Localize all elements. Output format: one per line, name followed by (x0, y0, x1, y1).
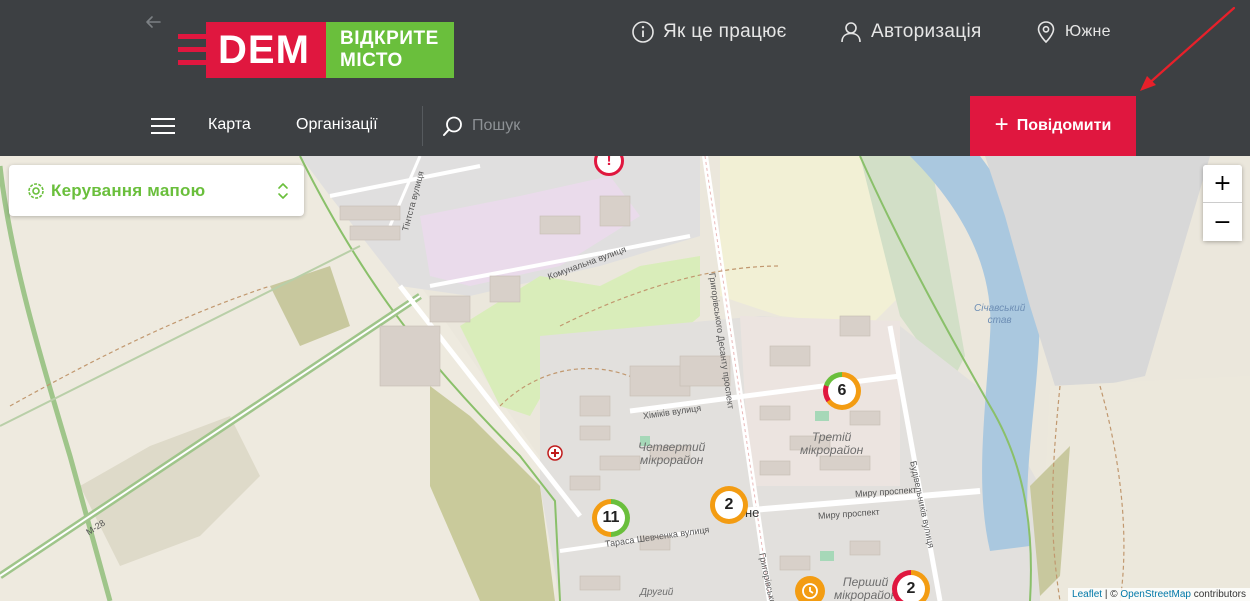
back-arrow-icon[interactable] (143, 12, 163, 32)
cluster-count: 6 (828, 377, 856, 405)
map-control-label: Керування мапою (51, 180, 206, 200)
city-label: Южне (1065, 23, 1111, 40)
clock-icon (802, 583, 818, 599)
info-icon (632, 21, 654, 43)
main-nav: Карта Організації + Повідомити (0, 96, 1250, 156)
issue-cluster[interactable]: 2 (710, 486, 748, 524)
map-attribution: Leaflet | © OpenStreetMap contributors (1068, 588, 1250, 601)
report-button-label: Повідомити (1016, 117, 1112, 134)
search-icon[interactable] (442, 115, 464, 137)
pending-marker[interactable] (795, 576, 825, 601)
osm-link[interactable]: OpenStreetMap (1120, 589, 1191, 600)
nav-divider (422, 106, 423, 146)
search-input[interactable] (472, 114, 652, 138)
water-label: Січавський став (974, 303, 1026, 326)
map-area[interactable]: Тінтста вулиця Комунальна вулиця Григорі… (0, 156, 1250, 601)
plus-icon: + (994, 111, 1009, 138)
how-it-works-link[interactable]: Як це працює (631, 20, 787, 44)
site-header: DEM ВІДКРИТЕ МІСТО Як це працює Авториза… (0, 0, 1250, 156)
menu-icon[interactable] (151, 118, 175, 134)
logo-brand: DEM (218, 28, 310, 72)
report-button[interactable]: + Повідомити (970, 96, 1136, 156)
map-control-toggle[interactable]: Керування мапою (9, 165, 304, 216)
district-label: Четвертий мікрорайон (638, 440, 706, 467)
cluster-count: 2 (897, 575, 925, 601)
logo[interactable]: DEM ВІДКРИТЕ МІСТО (178, 22, 458, 78)
settings-icon (28, 182, 44, 199)
user-icon (841, 22, 861, 43)
how-it-works-label: Як це працює (663, 21, 787, 42)
district-label: Перший мікрорайон (834, 575, 898, 601)
location-pin-icon (1037, 21, 1055, 44)
district-label: Третій мікрорайон (800, 430, 864, 457)
map-tiles (0, 156, 1250, 601)
zoom-out-button[interactable]: − (1203, 203, 1242, 241)
cluster-count: 11 (597, 504, 625, 532)
alert-icon: ! (606, 156, 612, 169)
cluster-count: 2 (715, 491, 743, 519)
login-label: Авторизація (871, 21, 982, 42)
issue-cluster[interactable]: 11 (592, 499, 630, 537)
login-link[interactable]: Авторизація (839, 20, 982, 44)
zoom-in-button[interactable]: + (1203, 165, 1242, 203)
annotation-arrow (1140, 6, 1236, 91)
zoom-control: + − (1203, 165, 1242, 241)
issue-cluster[interactable]: 6 (823, 372, 861, 410)
city-selector[interactable]: Южне (1035, 20, 1111, 44)
nav-map[interactable]: Карта (208, 116, 251, 134)
chevron-updown-icon (278, 182, 288, 199)
leaflet-link[interactable]: Leaflet (1072, 589, 1102, 600)
issue-cluster[interactable]: 2 (892, 570, 930, 601)
logo-tagline-2: МІСТО (340, 50, 403, 71)
nav-organizations[interactable]: Організації (296, 116, 378, 134)
logo-tagline-1: ВІДКРИТЕ (340, 28, 439, 49)
district-label: Другий (640, 587, 674, 598)
